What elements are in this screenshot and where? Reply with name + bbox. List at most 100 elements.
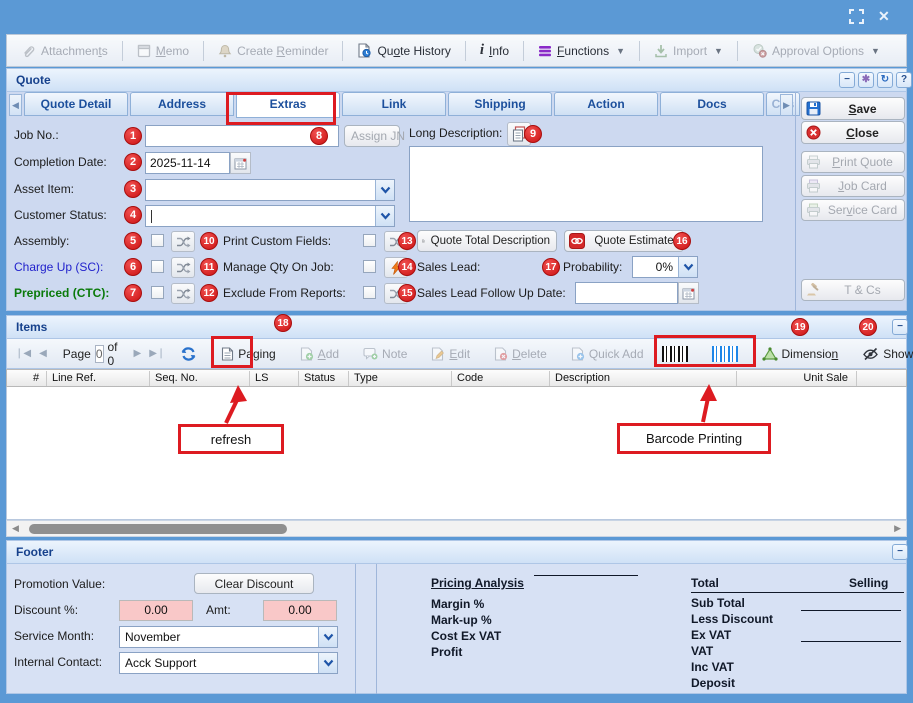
memo-icon: [137, 44, 151, 58]
refresh-annotation: refresh: [178, 424, 284, 454]
callout-14: 14: [398, 258, 416, 276]
callout-20: 20: [859, 318, 877, 336]
items-grid-body[interactable]: [6, 387, 907, 520]
followup-date-picker-button[interactable]: [678, 282, 699, 304]
service-card-button[interactable]: Service Card: [801, 199, 905, 221]
quote-help-button[interactable]: ?: [896, 72, 912, 88]
service-month-select[interactable]: November: [119, 626, 338, 648]
job-card-button[interactable]: Job Card: [801, 175, 905, 197]
add-icon: [300, 347, 314, 361]
scrollbar-thumb[interactable]: [29, 524, 287, 534]
scroll-right-icon[interactable]: ▶: [894, 523, 901, 534]
print-custom-fields-checkbox[interactable]: [363, 234, 376, 247]
show-hide-button[interactable]: Show/Hide: [857, 345, 913, 363]
delete-button[interactable]: Delete: [489, 345, 552, 363]
assign-jn-button[interactable]: Assign JN: [344, 125, 400, 147]
quick-add-button[interactable]: Quick Add: [566, 345, 649, 363]
exclude-reports-checkbox[interactable]: [363, 286, 376, 299]
approval-options-button[interactable]: Approval Options ▼: [745, 40, 887, 61]
save-button[interactable]: Save: [801, 97, 905, 120]
tabs-scroll-left-button[interactable]: ◀: [9, 94, 22, 116]
note-button[interactable]: Note: [358, 345, 412, 363]
quote-refresh-button[interactable]: ↻: [877, 72, 893, 88]
delete-label: Delete: [512, 347, 547, 361]
column-header-line-ref[interactable]: Line Ref.: [46, 371, 149, 386]
tab-extras[interactable]: Extras: [236, 92, 340, 118]
attachments-button[interactable]: Attachments: [15, 41, 115, 61]
next-page-icon[interactable]: ▶: [132, 348, 144, 359]
paging-button[interactable]: Paging: [216, 345, 280, 363]
prepriced-checkbox[interactable]: [151, 286, 164, 299]
internal-contact-select[interactable]: Acck Support: [119, 652, 338, 674]
create-reminder-button[interactable]: Create Reminder: [211, 41, 335, 61]
dimension-button[interactable]: Dimension: [757, 345, 844, 363]
close-window-icon[interactable]: ✕: [878, 9, 894, 25]
tab-shipping[interactable]: Shipping: [448, 92, 552, 116]
column-header-seq-no[interactable]: Seq. No.: [149, 371, 249, 386]
functions-label: Functions: [557, 44, 609, 58]
quote-estimate-button[interactable]: Quote Estimate: [564, 230, 684, 252]
quote-history-button[interactable]: Quote History: [350, 40, 457, 61]
page-input[interactable]: 0: [95, 345, 104, 363]
column-header-description[interactable]: Description: [549, 371, 736, 386]
column-header-ls[interactable]: LS: [249, 371, 298, 386]
pricing-analysis-title: Pricing Analysis: [431, 576, 524, 590]
column-header-status[interactable]: Status: [298, 371, 348, 386]
page-icon: [221, 347, 234, 361]
column-header-blank: [856, 371, 901, 386]
tab-quote-detail[interactable]: Quote Detail: [24, 92, 128, 116]
manage-qty-checkbox[interactable]: [363, 260, 376, 273]
sales-lead-followup-input[interactable]: [575, 282, 678, 304]
column-header-type[interactable]: Type: [348, 371, 451, 386]
items-horizontal-scrollbar[interactable]: ◀ ▶: [6, 520, 907, 537]
first-page-icon[interactable]: ❘◀: [13, 348, 33, 359]
edit-button[interactable]: Edit: [426, 345, 475, 363]
discount-input[interactable]: 0.00: [119, 600, 193, 621]
probability-select[interactable]: 0%: [632, 256, 698, 278]
column-header-code[interactable]: Code: [451, 371, 549, 386]
long-description-textarea[interactable]: [409, 146, 763, 222]
column-header-number[interactable]: #: [21, 371, 46, 386]
terms-button[interactable]: T & Cs: [801, 279, 905, 301]
customer-status-select[interactable]: [145, 205, 395, 227]
assembly-checkbox[interactable]: [151, 234, 164, 247]
totals-col2-header: Selling: [849, 576, 888, 590]
tab-docs[interactable]: Docs: [660, 92, 764, 116]
barcode-blue-button[interactable]: [707, 344, 743, 364]
last-page-icon[interactable]: ▶❘: [147, 348, 167, 359]
charge-up-checkbox[interactable]: [151, 260, 164, 273]
barcode-black-button[interactable]: [657, 344, 693, 364]
completion-date-picker-button[interactable]: [230, 152, 251, 174]
scroll-left-icon[interactable]: ◀: [12, 523, 19, 534]
clear-discount-button[interactable]: Clear Discount: [194, 573, 314, 594]
quick-add-label: Quick Add: [589, 347, 644, 361]
close-button[interactable]: Close: [801, 121, 905, 144]
assembly-shuffle-button[interactable]: [171, 231, 195, 252]
add-button[interactable]: Add: [295, 345, 344, 363]
collapse-items-button[interactable]: −: [892, 319, 908, 335]
functions-button[interactable]: Functions ▼: [531, 41, 632, 61]
import-button[interactable]: Import ▼: [647, 41, 730, 61]
asset-item-select[interactable]: [145, 179, 395, 201]
exclude-reports-label: Exclude From Reports:: [223, 286, 346, 300]
tabs-scroll-right-button[interactable]: ▶: [780, 94, 793, 116]
memo-button[interactable]: Memo: [130, 41, 196, 61]
quote-total-description-button[interactable]: Quote Total Description: [417, 230, 557, 252]
charge-up-shuffle-button[interactable]: [171, 257, 195, 278]
refresh-button[interactable]: [175, 344, 202, 364]
collapse-quote-button[interactable]: −: [839, 72, 855, 88]
prepriced-shuffle-button[interactable]: [171, 283, 195, 304]
shuffle-icon: [176, 262, 191, 274]
restore-window-icon[interactable]: [849, 9, 865, 25]
completion-date-input[interactable]: 2025-11-14: [145, 152, 230, 174]
tab-action[interactable]: Action: [554, 92, 658, 116]
collapse-footer-button[interactable]: −: [892, 544, 908, 560]
quote-settings-button[interactable]: ✱: [858, 72, 874, 88]
tab-address[interactable]: Address: [130, 92, 234, 116]
print-quote-button[interactable]: Print Quote: [801, 151, 905, 173]
tab-link[interactable]: Link: [342, 92, 446, 116]
amt-input[interactable]: 0.00: [263, 600, 337, 621]
prev-page-icon[interactable]: ◀: [37, 348, 49, 359]
column-header-unit-sale[interactable]: Unit Sale: [736, 371, 856, 386]
info-button[interactable]: i Info: [473, 39, 516, 62]
